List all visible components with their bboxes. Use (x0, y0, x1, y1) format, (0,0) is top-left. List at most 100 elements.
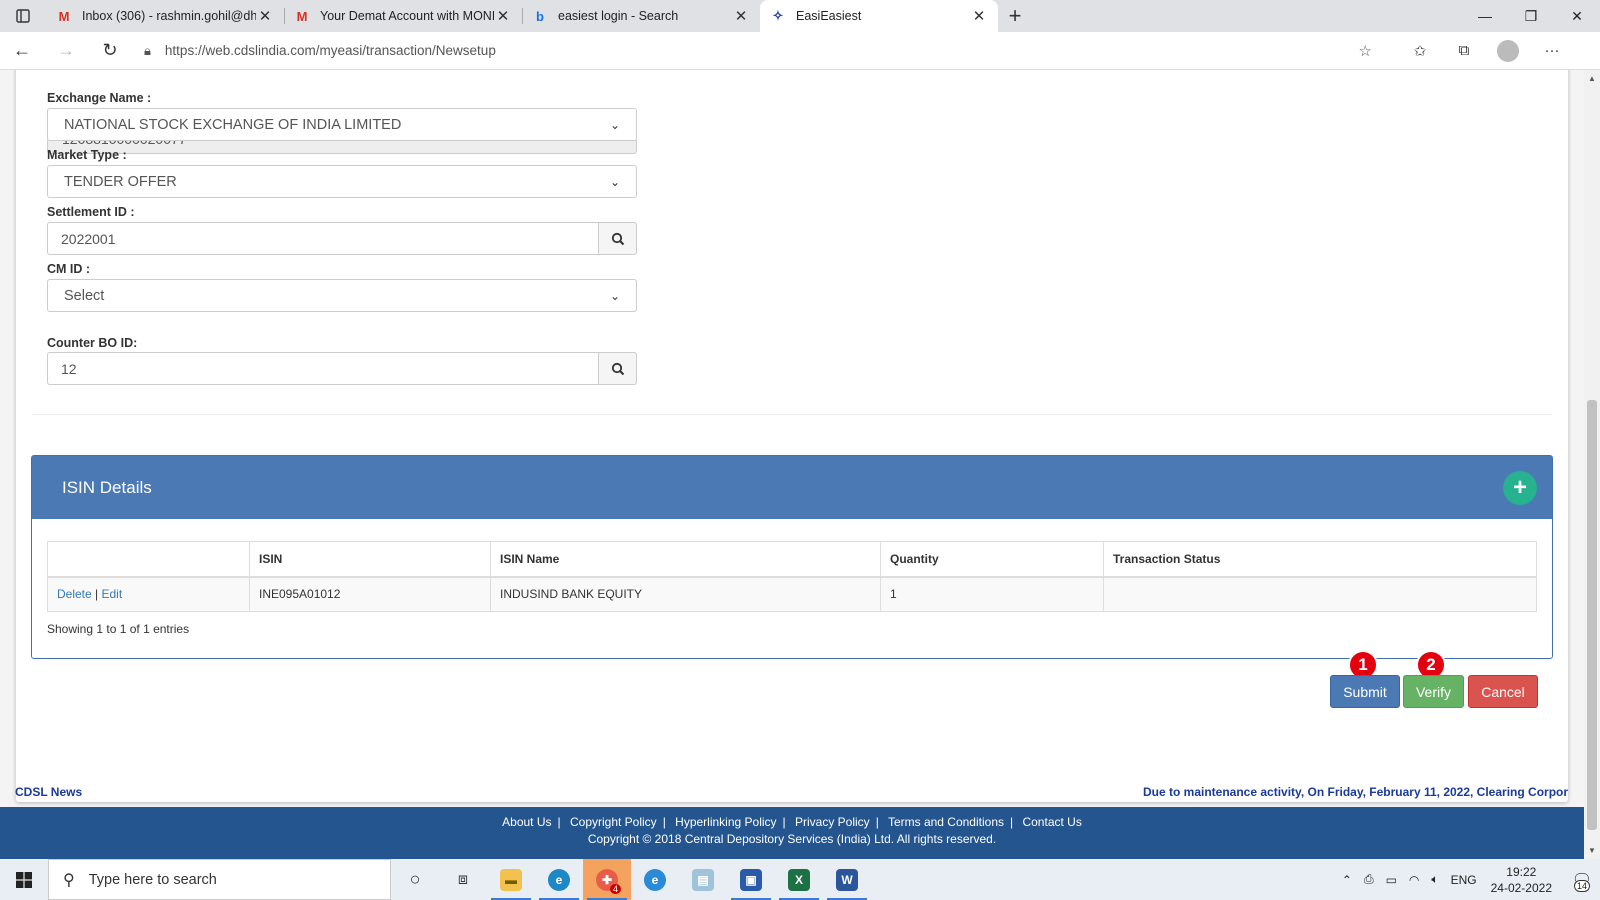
scrollbar-thumb[interactable] (1587, 400, 1597, 830)
add-isin-button[interactable]: + (1503, 470, 1537, 505)
chevron-up-icon[interactable]: ⌃ (1342, 873, 1352, 887)
add-favorite-icon[interactable]: ☆ (1359, 42, 1372, 60)
collections-icon[interactable]: ⧉ (1442, 40, 1486, 62)
counter-bo-id-input[interactable]: 12 (47, 352, 599, 385)
footer-link-terms[interactable]: Terms and Conditions (888, 815, 1004, 829)
taskbar-notepad[interactable]: ▤ (679, 859, 727, 900)
settlement-id-input[interactable]: 2022001 (47, 222, 599, 255)
submit-button[interactable]: Submit (1330, 675, 1400, 708)
column-header-isin[interactable]: ISIN (249, 541, 491, 578)
browser-navbar: ← → ↻ 🔒︎ https://web.cdslindia.com/myeas… (0, 32, 1600, 70)
volume-icon[interactable]: 🔈︎ (1431, 872, 1438, 887)
previous-field-input[interactable]: 1208810000020077 (47, 140, 637, 154)
battery-icon[interactable]: ▭ (1386, 873, 1397, 887)
browser-tab-search[interactable]: b easiest login - Search ✕ (522, 0, 760, 32)
close-tab-icon[interactable]: ✕ (732, 7, 750, 25)
cm-id-value: Select (64, 287, 105, 304)
cm-id-select[interactable]: Select ⌄ (47, 279, 637, 312)
search-icon (611, 232, 624, 245)
system-tray: ⌃ ⎙ ▭ ◠ 🔈︎ ENG 19:22 24-02-2022 🗨︎ 14 (1336, 864, 1600, 896)
exchange-name-select[interactable]: NATIONAL STOCK EXCHANGE OF INDIA LIMITED… (47, 108, 637, 141)
task-view-button[interactable]: ⧈ (439, 859, 487, 900)
footer-link-privacy[interactable]: Privacy Policy (795, 815, 870, 829)
quantity-cell: 1 (880, 576, 1104, 612)
browser-tab-easiest[interactable]: ✧ EasiEasiest ✕ (760, 0, 998, 32)
market-type-select[interactable]: TENDER OFFER ⌄ (47, 165, 637, 198)
address-bar[interactable]: 🔒︎ https://web.cdslindia.com/myeasi/tran… (132, 35, 1384, 66)
news-ticker[interactable]: Due to maintenance activity, On Friday, … (1143, 785, 1568, 799)
meet-now-icon[interactable]: ⎙ (1364, 872, 1374, 887)
entries-info: Showing 1 to 1 of 1 entries (47, 622, 190, 636)
section-divider (32, 414, 1552, 415)
chevron-down-icon: ⌄ (609, 174, 620, 189)
tab-title: easiest login - Search (558, 9, 679, 23)
taskbar-search-input[interactable]: ⚲ Type here to search (48, 859, 391, 900)
tab-title: Your Demat Account with MONEY (320, 9, 494, 23)
start-button[interactable] (0, 871, 48, 888)
taskbar-internet-explorer[interactable]: e (631, 859, 679, 900)
cortana-button[interactable]: ○ (391, 859, 439, 900)
taskbar-edge[interactable]: e (535, 859, 583, 900)
close-tab-icon[interactable]: ✕ (256, 7, 274, 25)
chevron-down-icon: ⌄ (609, 288, 620, 303)
action-center-button[interactable]: 🗨︎ 14 (1564, 870, 1600, 892)
minimize-icon[interactable]: — (1462, 0, 1508, 32)
isin-table: ISIN ISIN Name Quantity Transaction Stat… (47, 541, 1537, 612)
close-tab-icon[interactable]: ✕ (494, 7, 512, 25)
plus-icon: + (1512, 473, 1527, 501)
footer-link-about[interactable]: About Us (502, 815, 551, 829)
close-window-icon[interactable]: ✕ (1554, 0, 1600, 32)
window-controls: — ❐ ✕ (1462, 0, 1600, 32)
new-tab-button[interactable]: + (998, 0, 1032, 32)
taskbar-remote-desktop[interactable]: ▣ (727, 859, 775, 900)
taskbar-word[interactable]: W (823, 859, 871, 900)
favorites-icon[interactable]: ✩ (1398, 40, 1442, 62)
column-header-quantity[interactable]: Quantity (880, 541, 1104, 578)
word-icon: W (836, 868, 858, 891)
page-scrollbar[interactable]: ▲ ▼ (1584, 70, 1600, 859)
profile-button[interactable] (1486, 39, 1530, 62)
gmail-icon: M (296, 8, 308, 24)
footer-link-hyperlinking[interactable]: Hyperlinking Policy (675, 815, 776, 829)
url-text: https://web.cdslindia.com/myeasi/transac… (164, 43, 496, 58)
search-icon: ⚲ (63, 871, 75, 889)
delete-link[interactable]: Delete (57, 587, 92, 601)
internet-explorer-icon: e (644, 868, 666, 891)
notepad-icon: ▤ (692, 868, 714, 891)
notification-badge: 4 (609, 884, 621, 894)
scroll-down-icon[interactable]: ▼ (1584, 846, 1600, 855)
restore-icon[interactable]: ❐ (1508, 0, 1554, 32)
panel-title: ISIN Details (62, 477, 152, 497)
browser-tab-inbox[interactable]: M Inbox (306) - rashmin.gohil@dhanlaxmi … (46, 0, 284, 32)
counter-bo-search-button[interactable] (599, 352, 637, 385)
cancel-button[interactable]: Cancel (1468, 675, 1538, 708)
verify-button[interactable]: Verify (1403, 675, 1464, 708)
column-header-isin-name[interactable]: ISIN Name (490, 541, 881, 578)
footer-link-contact[interactable]: Contact Us (1022, 815, 1081, 829)
exchange-name-label: Exchange Name : (47, 91, 152, 105)
close-tab-icon[interactable]: ✕ (970, 7, 988, 25)
isin-details-panel: ISIN Details + ISIN ISIN Name Quantity T… (31, 455, 1553, 659)
settlement-search-button[interactable] (599, 222, 637, 255)
tab-actions-button[interactable] (0, 0, 46, 32)
back-icon[interactable]: ← (0, 40, 44, 61)
forward-icon[interactable]: → (44, 40, 88, 61)
separator: | (875, 815, 879, 829)
isin-name-cell: INDUSIND BANK EQUITY (490, 576, 881, 612)
column-header-transaction-status[interactable]: Transaction Status (1103, 541, 1537, 578)
more-menu-icon[interactable]: ··· (1530, 40, 1574, 62)
taskbar-chat-app[interactable]: ✚ 4 (583, 859, 631, 900)
refresh-icon[interactable]: ↻ (88, 40, 132, 61)
taskbar-excel[interactable]: X (775, 859, 823, 900)
taskbar-file-explorer[interactable]: ▬ (487, 859, 535, 900)
scroll-up-icon[interactable]: ▲ (1584, 74, 1600, 83)
search-icon (611, 362, 624, 375)
cdsl-news-label[interactable]: CDSL News (15, 785, 82, 799)
lock-icon[interactable]: 🔒︎ (144, 43, 151, 59)
wifi-icon[interactable]: ◠ (1409, 873, 1419, 887)
browser-tab-demat[interactable]: M Your Demat Account with MONEY ✕ (284, 0, 522, 32)
footer-link-copyright[interactable]: Copyright Policy (570, 815, 657, 829)
language-indicator[interactable]: ENG (1451, 873, 1477, 887)
taskbar-clock[interactable]: 19:22 24-02-2022 (1491, 864, 1552, 896)
edit-link[interactable]: Edit (102, 587, 123, 601)
